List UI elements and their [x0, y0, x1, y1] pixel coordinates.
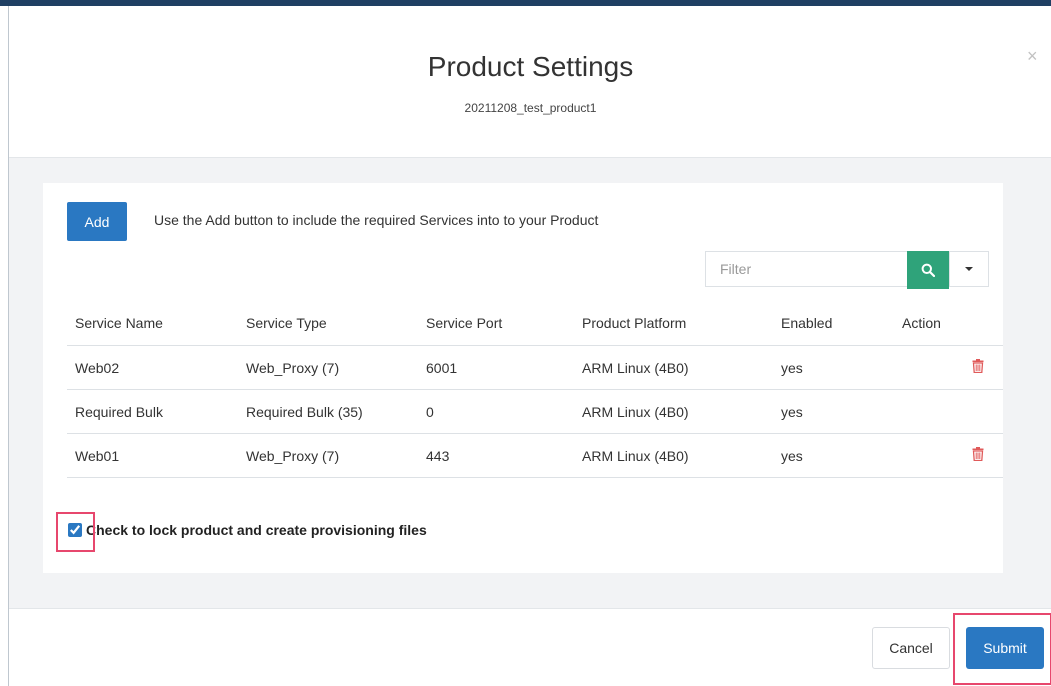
submit-button[interactable]: Submit [966, 627, 1044, 669]
platform-cell: ARM Linux (4B0) [574, 345, 773, 390]
filter-input[interactable] [705, 251, 907, 287]
enabled-cell: yes [773, 433, 894, 478]
service-port-cell: 6001 [418, 345, 574, 390]
platform-cell: ARM Linux (4B0) [574, 433, 773, 478]
modal-footer: Cancel Submit [9, 609, 1051, 686]
modal-header: Product Settings 20211208_test_product1 … [9, 6, 1051, 158]
service-name-cell: Web02 [67, 345, 238, 390]
table-row: Web01 Web_Proxy (7) 443 ARM Linux (4B0) … [67, 433, 1003, 478]
filter-dropdown-button[interactable] [949, 251, 989, 287]
service-type-cell: Required Bulk (35) [238, 389, 418, 434]
trash-icon [972, 447, 984, 462]
service-name-cell: Web01 [67, 433, 238, 478]
table-header-row: Service Name Service Type Service Port P… [67, 300, 1003, 346]
services-table: Service Name Service Type Service Port P… [67, 300, 1003, 478]
close-icon[interactable]: × [1027, 46, 1038, 67]
add-button[interactable]: Add [67, 202, 127, 241]
column-header-product-platform[interactable]: Product Platform [574, 300, 773, 346]
lock-product-label[interactable]: Check to lock product and create provisi… [86, 522, 427, 538]
column-header-service-name[interactable]: Service Name [67, 300, 238, 346]
lock-product-row: Check to lock product and create provisi… [68, 522, 427, 538]
cancel-button[interactable]: Cancel [872, 627, 950, 669]
trash-icon [972, 359, 984, 374]
service-type-cell: Web_Proxy (7) [238, 345, 418, 390]
modal-body: Add Use the Add button to include the re… [9, 158, 1051, 609]
services-panel: Add Use the Add button to include the re… [43, 183, 1003, 573]
table-row: Required Bulk Required Bulk (35) 0 ARM L… [67, 389, 1003, 434]
modal-title: Product Settings [427, 51, 634, 82]
add-hint-text: Use the Add button to include the requir… [154, 212, 599, 228]
column-header-service-port[interactable]: Service Port [418, 300, 574, 346]
service-name-cell: Required Bulk [67, 389, 238, 434]
lock-product-checkbox[interactable] [68, 523, 82, 537]
action-cell [894, 433, 1003, 478]
service-port-cell: 443 [418, 433, 574, 478]
service-port-cell: 0 [418, 389, 574, 434]
product-settings-modal: Product Settings 20211208_test_product1 … [8, 6, 1051, 686]
column-header-enabled[interactable]: Enabled [773, 300, 894, 346]
service-type-cell: Web_Proxy (7) [238, 433, 418, 478]
modal-subtitle: 20211208_test_product1 [464, 101, 597, 115]
platform-cell: ARM Linux (4B0) [574, 389, 773, 434]
column-header-action: Action [894, 300, 1003, 346]
enabled-cell: yes [773, 389, 894, 434]
caret-down-icon [965, 267, 973, 271]
search-button[interactable] [907, 251, 949, 289]
action-cell [894, 389, 1003, 434]
enabled-cell: yes [773, 345, 894, 390]
action-cell [894, 345, 1003, 390]
delete-button[interactable] [972, 359, 984, 376]
search-icon [921, 263, 935, 277]
column-header-service-type[interactable]: Service Type [238, 300, 418, 346]
table-row: Web02 Web_Proxy (7) 6001 ARM Linux (4B0)… [67, 345, 1003, 390]
delete-button[interactable] [972, 447, 984, 464]
